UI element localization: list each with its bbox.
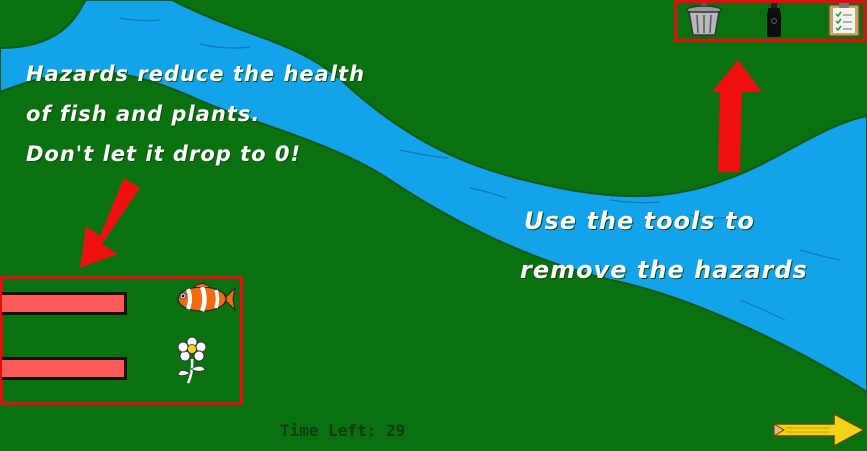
- flower-icon: [177, 337, 207, 384]
- fish-health-fill: [2, 295, 124, 312]
- pencil-arrow-right-icon[interactable]: [772, 410, 866, 450]
- fish-health-bar: [2, 292, 127, 315]
- plant-health-fill: [2, 360, 124, 377]
- clownfish-icon: [177, 283, 236, 312]
- clipboard-icon: [828, 3, 860, 37]
- tools-hint-line-2: remove the hazards: [520, 256, 808, 284]
- tools-hint-line-1: Use the tools to: [524, 207, 755, 235]
- time-left-label: Time Left:: [280, 421, 377, 440]
- clipboard-tool-button[interactable]: [826, 3, 862, 37]
- health-hint-line-3: Don't let it drop to 0!: [26, 142, 302, 166]
- spray-bottle-tool-button[interactable]: [760, 3, 788, 37]
- plant-health-bar: [2, 357, 127, 380]
- health-hint-line-2: of fish and plants.: [26, 102, 261, 126]
- time-left-readout: Time Left: 29: [280, 421, 405, 440]
- trash-can-tool-button[interactable]: [684, 3, 724, 37]
- health-hint-line-1: Hazards reduce the health: [26, 62, 366, 86]
- time-left-value: 29: [385, 421, 406, 440]
- spray-bottle-icon: [767, 3, 781, 37]
- trash-can-icon: [686, 3, 722, 36]
